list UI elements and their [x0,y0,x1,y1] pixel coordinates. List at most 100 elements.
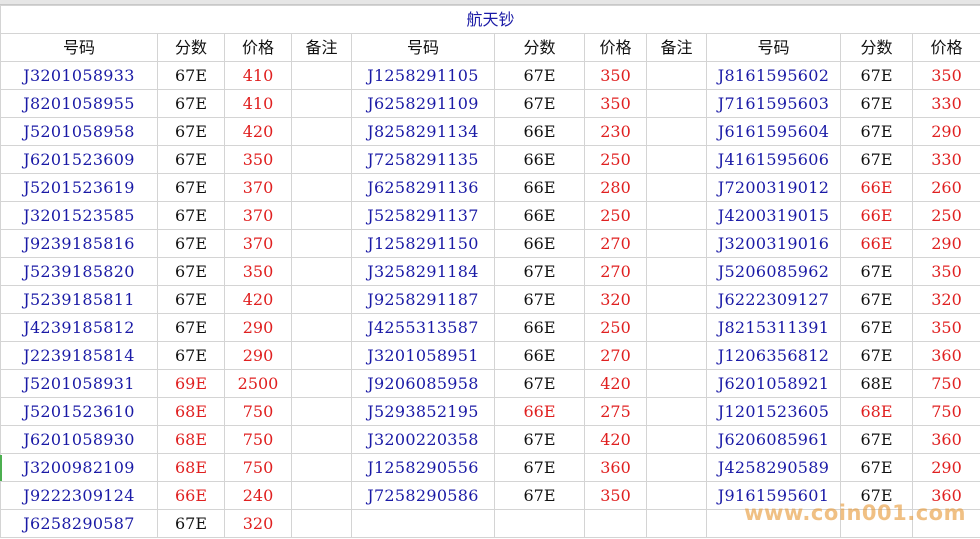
note-cell[interactable] [646,117,707,146]
score-cell[interactable]: 67E [157,201,225,230]
score-cell[interactable]: 66E [840,201,913,230]
price-cell[interactable]: 420 [224,285,292,314]
code-cell[interactable]: J6258291136 [351,173,495,202]
price-cell[interactable]: 250 [584,313,647,342]
note-cell[interactable] [646,61,707,90]
price-cell[interactable]: 260 [911,173,980,202]
code-cell[interactable]: J7258291135 [351,145,495,174]
score-cell[interactable]: 67E [494,61,585,90]
score-cell[interactable]: 66E [494,341,585,370]
price-cell[interactable]: 250 [584,145,647,174]
score-cell[interactable]: 66E [840,173,913,202]
code-cell[interactable]: J8161595602 [706,61,841,90]
price-cell[interactable]: 280 [584,173,647,202]
price-cell[interactable]: 320 [584,285,647,314]
code-cell[interactable]: J1206356812 [706,341,841,370]
price-cell[interactable]: 290 [911,453,980,482]
price-cell[interactable]: 240 [224,481,292,510]
code-cell[interactable]: J5201058931 [0,369,158,398]
score-cell[interactable]: 67E [840,313,913,342]
score-cell[interactable]: 67E [494,369,585,398]
note-cell[interactable] [291,285,352,314]
code-cell[interactable]: J6222309127 [706,285,841,314]
header-price-1[interactable]: 价格 [224,33,292,62]
price-cell[interactable]: 350 [584,61,647,90]
price-cell[interactable]: 330 [911,145,980,174]
header-score-2[interactable]: 分数 [494,33,585,62]
score-cell[interactable]: 67E [157,145,225,174]
code-cell[interactable]: J6161595604 [706,117,841,146]
empty-cell[interactable] [351,509,495,538]
score-cell[interactable]: 67E [494,89,585,118]
code-cell[interactable]: J7258290586 [351,481,495,510]
price-cell[interactable]: 320 [224,509,292,538]
score-cell[interactable]: 67E [157,229,225,258]
price-cell[interactable]: 290 [911,117,980,146]
price-cell[interactable]: 410 [224,89,292,118]
price-cell[interactable]: 290 [224,341,292,370]
header-price-2[interactable]: 价格 [584,33,647,62]
header-note-1[interactable]: 备注 [291,33,352,62]
score-cell[interactable]: 68E [157,397,225,426]
price-cell[interactable]: 370 [224,201,292,230]
price-cell[interactable]: 420 [584,425,647,454]
price-cell[interactable]: 290 [224,313,292,342]
header-price-3[interactable]: 价格 [911,33,980,62]
code-cell[interactable]: J1258291150 [351,229,495,258]
code-cell[interactable]: J6258291109 [351,89,495,118]
price-cell[interactable]: 750 [224,453,292,482]
score-cell[interactable]: 67E [157,89,225,118]
score-cell[interactable]: 67E [157,117,225,146]
code-cell[interactable]: J5239185811 [0,285,158,314]
code-cell[interactable]: J3200220358 [351,425,495,454]
empty-cell[interactable] [494,509,585,538]
code-cell[interactable]: J4255313587 [351,313,495,342]
code-cell[interactable]: J3200319016 [706,229,841,258]
score-cell[interactable]: 69E [157,369,225,398]
code-cell[interactable]: J7161595603 [706,89,841,118]
code-cell[interactable]: J3201058951 [351,341,495,370]
code-cell[interactable]: J6201523609 [0,145,158,174]
score-cell[interactable]: 67E [157,509,225,538]
note-cell[interactable] [291,61,352,90]
code-cell[interactable]: J8258291134 [351,117,495,146]
score-cell[interactable]: 68E [157,453,225,482]
score-cell[interactable]: 67E [157,313,225,342]
price-cell[interactable]: 360 [911,341,980,370]
code-cell[interactable]: J8215311391 [706,313,841,342]
price-cell[interactable]: 420 [584,369,647,398]
price-cell[interactable]: 350 [911,313,980,342]
note-cell[interactable] [646,341,707,370]
note-cell[interactable] [646,481,707,510]
price-cell[interactable]: 420 [224,117,292,146]
price-cell[interactable]: 370 [224,229,292,258]
score-cell[interactable]: 66E [840,229,913,258]
note-cell[interactable] [646,257,707,286]
code-cell[interactable]: J4239185812 [0,313,158,342]
score-cell[interactable]: 67E [494,425,585,454]
header-code-2[interactable]: 号码 [351,33,495,62]
code-cell[interactable]: J5201058958 [0,117,158,146]
price-cell[interactable]: 330 [911,89,980,118]
price-cell[interactable]: 230 [584,117,647,146]
price-cell[interactable]: 290 [911,229,980,258]
score-cell[interactable]: 67E [840,257,913,286]
score-cell[interactable]: 66E [494,145,585,174]
score-cell[interactable]: 67E [840,117,913,146]
score-cell[interactable]: 68E [157,425,225,454]
price-cell[interactable]: 350 [584,89,647,118]
score-cell[interactable]: 67E [157,173,225,202]
note-cell[interactable] [646,425,707,454]
price-cell[interactable]: 320 [911,285,980,314]
code-cell[interactable]: J5239185820 [0,257,158,286]
score-cell[interactable]: 67E [157,341,225,370]
note-cell[interactable] [291,481,352,510]
code-cell[interactable]: J1258290556 [351,453,495,482]
header-score-3[interactable]: 分数 [840,33,913,62]
code-cell[interactable]: J8201058955 [0,89,158,118]
price-cell[interactable]: 350 [911,257,980,286]
note-cell[interactable] [291,397,352,426]
header-score-1[interactable]: 分数 [157,33,225,62]
note-cell[interactable] [646,229,707,258]
score-cell[interactable]: 66E [494,173,585,202]
